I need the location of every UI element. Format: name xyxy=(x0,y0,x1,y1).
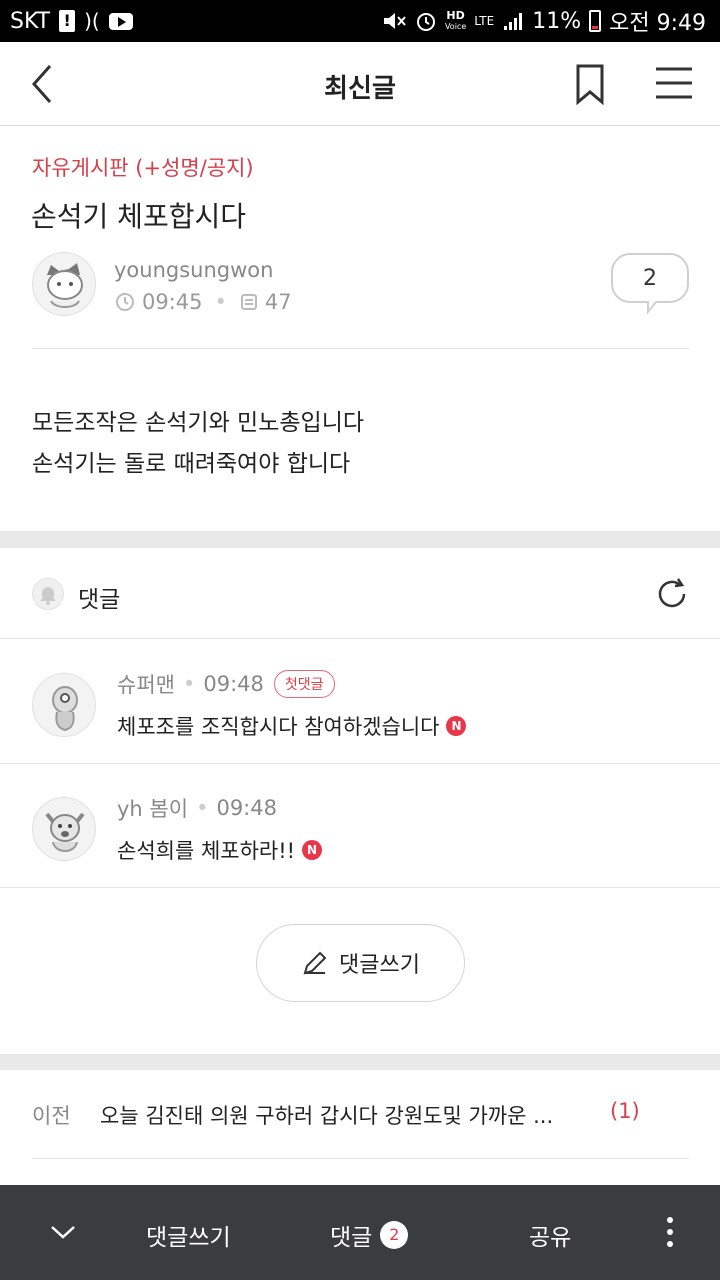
prev-post-link[interactable]: 이전 오늘 김진태 의원 구하러 갑시다 강원도및 가까운 ... (1) xyxy=(0,1070,720,1158)
prev-post-title: 오늘 김진태 의원 구하러 갑시다 강원도및 가까운 ... xyxy=(100,1104,554,1128)
refresh-icon[interactable] xyxy=(654,576,690,612)
write-comment-button[interactable]: 댓글쓰기 xyxy=(256,924,465,1002)
comment-count-bubble[interactable]: 2 xyxy=(610,252,690,322)
alarm-icon xyxy=(416,13,435,31)
first-comment-badge: 첫댓글 xyxy=(273,670,335,698)
mute-icon xyxy=(383,13,406,29)
divider xyxy=(32,348,689,349)
author-name[interactable]: youngsungwon xyxy=(114,258,273,282)
comment-count: 2 xyxy=(643,266,657,291)
meta-separator: • xyxy=(214,290,227,314)
commenter-avatar[interactable] xyxy=(32,673,96,737)
comment-body: 손석희를 체포하라!! xyxy=(117,839,296,863)
bottom-comments-count: 2 xyxy=(380,1221,409,1249)
views-icon xyxy=(240,294,257,310)
comments-header: 댓글 xyxy=(0,548,720,639)
section-separator xyxy=(0,531,720,548)
comment-meta: 슈퍼맨 • 09:48 첫댓글 xyxy=(117,669,335,699)
youtube-icon xyxy=(108,12,133,30)
clock-icon xyxy=(116,293,134,311)
network-label: LTE xyxy=(474,13,495,28)
pencil-icon xyxy=(303,951,327,975)
commenter-name[interactable]: 슈퍼맨 xyxy=(117,669,175,699)
comment-time: 09:48 xyxy=(203,672,264,696)
bottom-write-button[interactable]: 댓글쓰기 xyxy=(146,1218,231,1252)
prev-comment-count: (1) xyxy=(610,1099,640,1123)
broadcast-icon: )( xyxy=(84,9,100,33)
meta-separator: • xyxy=(182,672,196,696)
dog-character-icon xyxy=(45,812,85,852)
status-bar: SKT ! )( HD Voice LTE 11% 오전 9:49 xyxy=(0,0,720,42)
author-avatar[interactable] xyxy=(32,252,96,316)
signal-icon xyxy=(504,13,523,30)
bottom-comments-label: 댓글 xyxy=(330,1225,373,1251)
commenter-name[interactable]: yh 봄이 xyxy=(117,793,188,823)
alert-icon: ! xyxy=(59,10,76,32)
share-button[interactable]: 공유 xyxy=(529,1218,571,1252)
comment-item: 슈퍼맨 • 09:48 첫댓글 체포조를 조직합시다 참여하겠습니다 N xyxy=(0,640,720,764)
post-meta: 09:45 • 47 xyxy=(114,290,292,314)
battery-percent: 11% xyxy=(532,8,582,34)
board-name[interactable]: 자유게시판 (+성명/공지) xyxy=(32,152,254,182)
more-options-icon[interactable] xyxy=(660,1215,680,1249)
page-title: 최신글 xyxy=(324,74,396,104)
view-count: 47 xyxy=(264,290,292,314)
chevron-down-icon[interactable] xyxy=(48,1217,78,1247)
clock-label: 오전 9:49 xyxy=(609,11,706,36)
comment-time: 09:48 xyxy=(216,796,277,820)
hd-label: HD xyxy=(446,9,465,22)
hd-voice-icon: HD Voice xyxy=(445,10,466,32)
bell-icon[interactable] xyxy=(32,578,64,610)
menu-icon[interactable] xyxy=(654,66,694,100)
divider xyxy=(32,1158,689,1159)
bottom-action-bar: 댓글쓰기 댓글 2 공유 xyxy=(0,1185,720,1280)
new-badge: N xyxy=(446,716,467,736)
section-separator xyxy=(0,1054,720,1070)
app-header: 최신글 xyxy=(0,42,720,126)
new-badge: N xyxy=(302,840,323,860)
post-body: 모든조작은 손석기와 민노총입니다 손석기는 돌로 때려죽여야 합니다 xyxy=(32,403,364,485)
cat-character-icon xyxy=(47,263,83,308)
comments-label: 댓글 xyxy=(78,587,121,613)
meta-separator: • xyxy=(196,796,209,820)
comment-item: yh 봄이 • 09:48 손석희를 체포하라!! N xyxy=(0,764,720,888)
comment-meta: yh 봄이 • 09:48 xyxy=(117,793,277,823)
carrier-label: SKT xyxy=(10,8,51,34)
body-line: 손석기는 돌로 때려죽여야 합니다 xyxy=(32,451,351,477)
bottom-comments-button[interactable]: 댓글 2 xyxy=(330,1218,409,1252)
body-line: 모든조작은 손석기와 민노총입니다 xyxy=(32,410,365,436)
comment-text: 체포조를 조직합시다 참여하겠습니다 N xyxy=(117,711,467,741)
post-title: 손석기 체포합시다 xyxy=(31,200,246,233)
commenter-avatar[interactable] xyxy=(32,797,96,861)
voice-label: Voice xyxy=(444,22,467,31)
comment-text: 손석희를 체포하라!! N xyxy=(117,835,323,865)
bookmark-icon[interactable] xyxy=(574,62,606,106)
character-icon xyxy=(52,686,78,732)
write-comment-label: 댓글쓰기 xyxy=(339,953,420,978)
prev-label: 이전 xyxy=(32,1104,71,1128)
comment-body: 체포조를 조직합시다 참여하겠습니다 xyxy=(117,715,440,739)
post-time: 09:45 xyxy=(142,290,203,314)
battery-icon xyxy=(589,10,602,32)
